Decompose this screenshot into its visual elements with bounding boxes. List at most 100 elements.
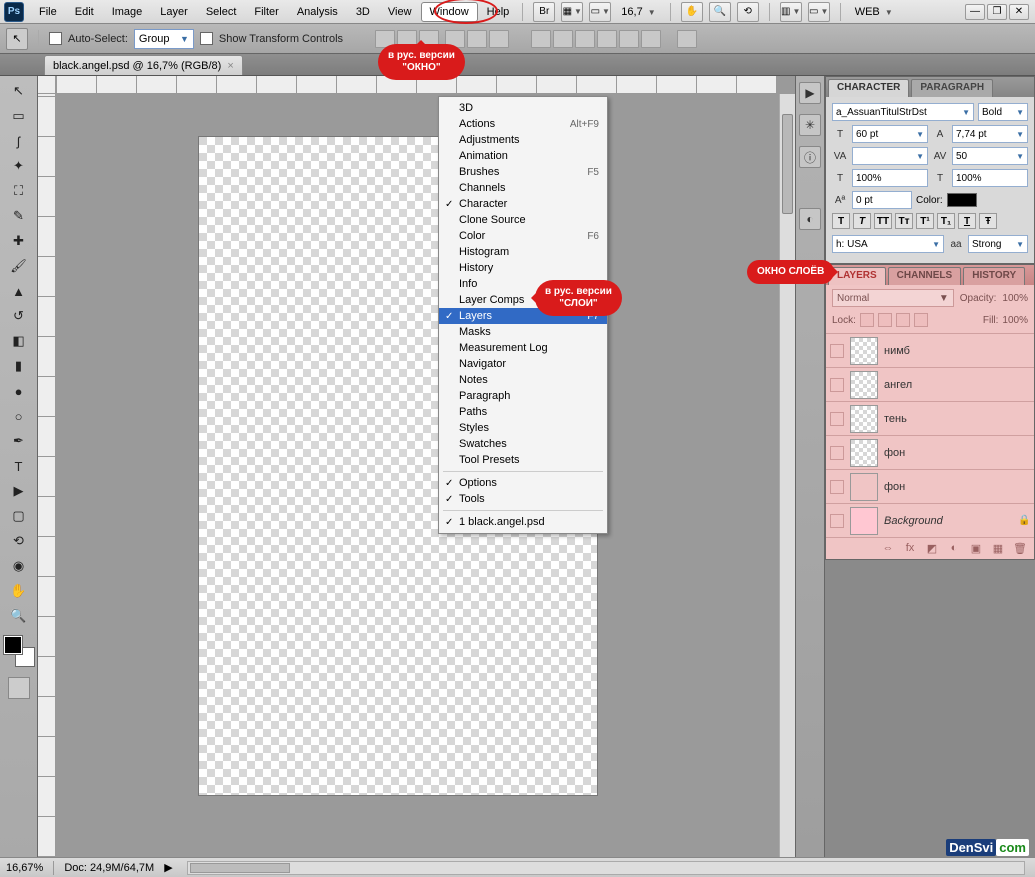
menu-item-tool-presets[interactable]: Tool Presets: [439, 452, 607, 468]
dodge-tool[interactable]: ○: [7, 405, 31, 427]
link-layers-icon[interactable]: ⇔: [880, 542, 896, 556]
layer-thumbnail[interactable]: [850, 473, 878, 501]
layer-visibility-toggle[interactable]: [830, 514, 844, 528]
menu-3d[interactable]: 3D: [347, 2, 379, 22]
menu-file[interactable]: File: [30, 2, 66, 22]
vscale-field[interactable]: 100%: [852, 169, 928, 187]
3d-orbit-tool[interactable]: ◉: [7, 555, 31, 577]
font-size-field[interactable]: 60 pt▼: [852, 125, 928, 143]
menu-item-actions[interactable]: ActionsAlt+F9: [439, 116, 607, 132]
opacity-value[interactable]: 100%: [1002, 293, 1028, 304]
menu-select[interactable]: Select: [197, 2, 246, 22]
menu-item-navigator[interactable]: Navigator: [439, 356, 607, 372]
italic-button[interactable]: T: [853, 213, 871, 229]
compass-icon[interactable]: ✳: [799, 114, 821, 136]
screen-mode-button[interactable]: ▭▼: [589, 2, 611, 22]
superscript-button[interactable]: T¹: [916, 213, 934, 229]
delete-layer-icon[interactable]: 🗑: [1012, 542, 1028, 556]
menu-item-character[interactable]: Character: [439, 196, 607, 212]
baseline-field[interactable]: 0 pt: [852, 191, 912, 209]
new-group-icon[interactable]: ▣: [968, 542, 984, 556]
pen-tool[interactable]: ✒: [7, 430, 31, 452]
bold-button[interactable]: T: [832, 213, 850, 229]
eyedropper-tool[interactable]: ✎: [7, 205, 31, 227]
quick-mask-toggle[interactable]: [8, 677, 30, 699]
menu-item-paths[interactable]: Paths: [439, 404, 607, 420]
menu-item-options[interactable]: Options: [439, 475, 607, 491]
layer-visibility-toggle[interactable]: [830, 378, 844, 392]
layer-visibility-toggle[interactable]: [830, 344, 844, 358]
zoom-tool[interactable]: 🔍: [7, 605, 31, 627]
layer-row[interactable]: Background🔒: [826, 503, 1034, 537]
menu-item-channels[interactable]: Channels: [439, 180, 607, 196]
layer-thumbnail[interactable]: [850, 507, 878, 535]
adjustment-layer-icon[interactable]: ◐: [946, 542, 962, 556]
lock-position-button[interactable]: [896, 313, 910, 327]
distribute-button[interactable]: [641, 30, 661, 48]
menu-item-history[interactable]: History: [439, 260, 607, 276]
menu-filter[interactable]: Filter: [245, 2, 287, 22]
menu-image[interactable]: Image: [103, 2, 152, 22]
magic-wand-tool[interactable]: ✦: [7, 155, 31, 177]
hand-tool[interactable]: ✋: [7, 580, 31, 602]
path-select-tool[interactable]: ▶: [7, 480, 31, 502]
layer-name[interactable]: ангел: [884, 379, 912, 391]
scrollbar-thumb[interactable]: [782, 114, 793, 214]
gradient-tool[interactable]: ▮: [7, 355, 31, 377]
history-tab[interactable]: HISTORY: [963, 267, 1025, 285]
distribute-button[interactable]: [531, 30, 551, 48]
menu-item-paragraph[interactable]: Paragraph: [439, 388, 607, 404]
character-tab[interactable]: CHARACTER: [828, 79, 909, 97]
eraser-tool[interactable]: ◧: [7, 330, 31, 352]
menu-edit[interactable]: Edit: [66, 2, 103, 22]
text-color-swatch[interactable]: [947, 193, 977, 207]
lock-all-button[interactable]: [914, 313, 928, 327]
zoom-percentage[interactable]: 16,67%: [6, 862, 43, 874]
3d-rotate-tool[interactable]: ⟲: [7, 530, 31, 552]
view-extras-button[interactable]: ▦▼: [561, 2, 583, 22]
blur-tool[interactable]: ●: [7, 380, 31, 402]
vertical-ruler[interactable]: [38, 94, 56, 857]
zoom-tool-icon[interactable]: 🔍: [709, 2, 731, 22]
paragraph-tab[interactable]: PARAGRAPH: [911, 79, 993, 97]
menu-item-swatches[interactable]: Swatches: [439, 436, 607, 452]
distribute-button[interactable]: [575, 30, 595, 48]
menu-item-3d[interactable]: 3D: [439, 100, 607, 116]
arrange-docs-button[interactable]: ▥▼: [780, 2, 802, 22]
move-tool-icon[interactable]: ↖: [6, 28, 28, 50]
distribute-button[interactable]: [619, 30, 639, 48]
align-hcenter-button[interactable]: [467, 30, 487, 48]
menu-item-adjustments[interactable]: Adjustments: [439, 132, 607, 148]
menu-item-masks[interactable]: Masks: [439, 324, 607, 340]
layer-mask-icon[interactable]: ◩: [924, 542, 940, 556]
fill-value[interactable]: 100%: [1002, 315, 1028, 326]
lock-transparency-button[interactable]: [860, 313, 874, 327]
circle-icon[interactable]: ◐: [799, 208, 821, 230]
strikethrough-button[interactable]: Ŧ: [979, 213, 997, 229]
channels-tab[interactable]: CHANNELS: [888, 267, 962, 285]
move-tool[interactable]: ↖: [7, 80, 31, 102]
layer-row[interactable]: фон: [826, 469, 1034, 503]
menu-item-color[interactable]: ColorF6: [439, 228, 607, 244]
crop-tool[interactable]: ⛶: [7, 180, 31, 202]
smallcaps-button[interactable]: Tᴛ: [895, 213, 913, 229]
menu-item-brushes[interactable]: BrushesF5: [439, 164, 607, 180]
align-right-button[interactable]: [489, 30, 509, 48]
vertical-scrollbar[interactable]: [779, 94, 795, 857]
blend-mode-select[interactable]: Normal▼: [832, 289, 954, 307]
close-tab-icon[interactable]: ×: [227, 60, 233, 72]
lock-pixels-button[interactable]: [878, 313, 892, 327]
layer-name[interactable]: тень: [884, 413, 907, 425]
show-transform-checkbox[interactable]: [200, 32, 213, 45]
tracking-field[interactable]: 50▼: [952, 147, 1028, 165]
font-family-select[interactable]: a_AssuanTitulStrDst▼: [832, 103, 974, 121]
history-brush-tool[interactable]: ↺: [7, 305, 31, 327]
menu-analysis[interactable]: Analysis: [288, 2, 347, 22]
language-select[interactable]: h: USA▼: [832, 235, 944, 253]
menu-item-notes[interactable]: Notes: [439, 372, 607, 388]
leading-field[interactable]: 7,74 pt▼: [952, 125, 1028, 143]
menu-item-histogram[interactable]: Histogram: [439, 244, 607, 260]
layer-name[interactable]: Background: [884, 515, 943, 527]
rotate-view-icon[interactable]: ⟲: [737, 2, 759, 22]
window-minimize-button[interactable]: —: [965, 4, 985, 20]
